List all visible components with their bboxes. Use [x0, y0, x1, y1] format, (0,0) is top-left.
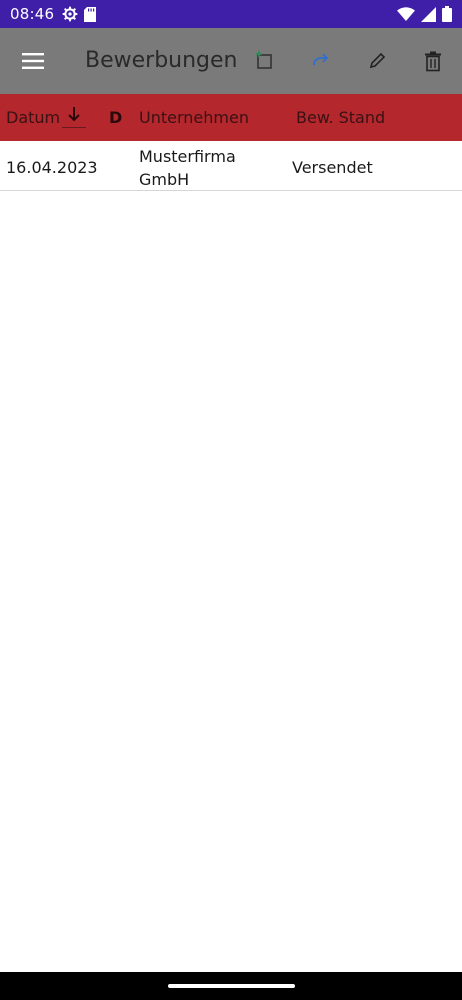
- column-header-d[interactable]: D: [109, 94, 122, 141]
- delete-button[interactable]: [418, 46, 448, 76]
- cell-status: Versendet: [292, 158, 373, 177]
- page-title: Bewerbungen: [85, 48, 238, 73]
- battery-icon: [442, 6, 452, 22]
- sd-card-icon: [84, 6, 97, 22]
- edit-button[interactable]: [362, 46, 392, 76]
- add-button[interactable]: [250, 46, 280, 76]
- cell-company-line2: GmbH: [139, 170, 190, 189]
- signal-icon: [421, 6, 436, 22]
- column-header-status[interactable]: Bew. Stand: [296, 94, 385, 141]
- wifi-icon: [397, 7, 415, 21]
- column-header-date[interactable]: Datum: [6, 94, 60, 141]
- system-navigation-bar: [0, 972, 462, 1000]
- column-header-company[interactable]: Unternehmen: [139, 94, 249, 141]
- arrow-down-icon[interactable]: [62, 102, 86, 126]
- status-time: 08:46: [10, 5, 55, 23]
- cell-date: 16.04.2023: [6, 158, 98, 177]
- cell-company-line1: Musterfirma: [139, 147, 236, 166]
- settings-gear-icon: [62, 6, 78, 22]
- table-header: Datum D Unternehmen Bew. Stand: [0, 94, 462, 141]
- status-bar: 08:46: [0, 0, 462, 28]
- forward-button[interactable]: [306, 46, 336, 76]
- edit-icon: [369, 52, 386, 69]
- menu-icon[interactable]: [18, 48, 48, 74]
- app-bar: Bewerbungen: [0, 28, 462, 94]
- forward-icon: [313, 53, 329, 66]
- add-icon: [256, 51, 272, 69]
- sort-indicator-underline: [62, 127, 86, 128]
- home-gesture-handle[interactable]: [168, 984, 295, 988]
- delete-icon: [425, 51, 441, 72]
- table-row[interactable]: 16.04.2023 Musterfirma GmbH Versendet: [0, 141, 462, 191]
